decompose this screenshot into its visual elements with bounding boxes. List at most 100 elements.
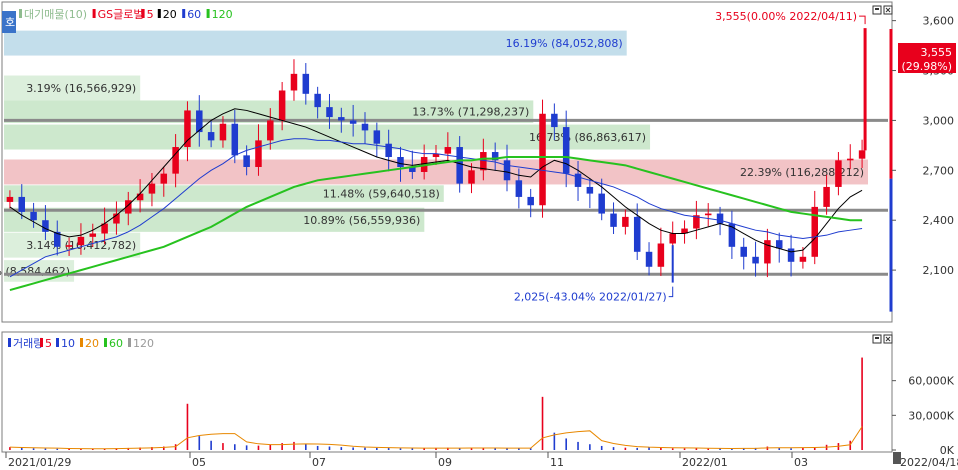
candle-body xyxy=(18,196,26,212)
volume-bar xyxy=(245,445,248,450)
volume-ma-line xyxy=(9,426,863,450)
candle-body xyxy=(89,233,97,237)
current-price-label: 3,555 xyxy=(921,46,953,59)
candle-body xyxy=(456,147,463,184)
candle-body xyxy=(787,248,795,262)
chart-canvas: 16.19% (84,052,808) 3.19% (16,566,929) 13.… xyxy=(0,1,958,469)
volume-bar xyxy=(352,447,354,450)
current-price-tag: 3,555 (29.98%) xyxy=(898,43,956,73)
volume-bar xyxy=(186,403,189,450)
price-pane-controls xyxy=(872,5,893,15)
low-annotation: 2,025(-43.04% 2022/01/27) xyxy=(514,291,667,304)
volume-bar xyxy=(305,444,307,450)
legend-label: 120 xyxy=(212,8,233,21)
legend-label: 60 xyxy=(109,337,123,350)
volume-bar xyxy=(624,447,627,450)
candle-body xyxy=(574,173,582,187)
volume-bar xyxy=(198,436,201,450)
candle-body xyxy=(349,120,357,124)
volume-bar xyxy=(600,445,603,450)
candle-body xyxy=(326,107,333,118)
candle-body xyxy=(136,193,144,201)
maximize-icon xyxy=(875,337,879,339)
volume-bar xyxy=(44,448,47,450)
volume-legend: 거래량 5 10 20 60 120 xyxy=(8,337,154,350)
candle-body xyxy=(30,211,37,221)
legend-swatch xyxy=(157,9,161,18)
legend-swatch xyxy=(182,9,186,18)
candle-body xyxy=(397,157,404,167)
date-tick-label: 03 xyxy=(794,456,808,467)
candle-body xyxy=(633,216,641,252)
candle-body xyxy=(835,160,842,187)
candle-body xyxy=(503,160,511,181)
date-tick-label: 2021/01/29 xyxy=(8,456,71,467)
volume-profile-label: 16.19% (84,052,808) xyxy=(506,37,623,50)
candle-body xyxy=(243,155,250,167)
volume-bar xyxy=(541,396,544,450)
volume-bar xyxy=(387,448,390,450)
volume-bar xyxy=(683,448,686,450)
legend-label: 5 xyxy=(45,337,52,350)
candle-body xyxy=(799,256,807,262)
high-annotation: 3,555(0.00% 2022/04/11) xyxy=(715,10,857,23)
candle-body xyxy=(740,246,747,257)
candle-body xyxy=(823,186,830,207)
date-tick-label: 11 xyxy=(550,456,564,467)
volume-axis: 60,000K30,000K0K xyxy=(892,375,955,457)
volume-bar xyxy=(316,445,319,450)
price-legend: 호 대기매물(10) GS글로벌 5 20 60 120 xyxy=(2,8,233,33)
volume-profile-label: 10.89% (56,559,936) xyxy=(303,214,420,227)
volume-profile-label: 11.48% (59,640,518) xyxy=(323,188,440,201)
volume-bar xyxy=(861,357,863,450)
legend-swatch xyxy=(92,9,96,18)
price-tick-label: 2,100 xyxy=(923,264,955,277)
volume-bar xyxy=(56,448,59,450)
candle-body xyxy=(231,123,239,156)
volume-bar xyxy=(210,440,212,450)
maximize-icon xyxy=(875,8,879,10)
candle-body xyxy=(716,213,724,224)
candle-body xyxy=(645,251,653,267)
date-tick-label: 2022/04/18 xyxy=(900,456,958,467)
volume-pane: 60,000K30,000K0K 거래량 5 10 20 60 120 xyxy=(1,331,955,457)
legend-swatch xyxy=(141,9,145,18)
candle-body xyxy=(361,123,369,131)
volume-bar xyxy=(257,445,260,450)
candle-body xyxy=(77,236,85,246)
legend-label: 60 xyxy=(187,8,201,21)
volume-bar xyxy=(293,441,295,450)
legend-swatch xyxy=(8,338,11,347)
candle-body xyxy=(586,186,594,194)
high-arrow xyxy=(859,15,866,25)
legend-swatch xyxy=(206,9,210,18)
legend-swatch xyxy=(56,338,59,347)
volume-bar xyxy=(340,447,343,450)
volume-tick-label: 60,000K xyxy=(908,375,954,388)
candle-body xyxy=(527,196,534,206)
candle-body xyxy=(42,220,49,232)
volume-bar xyxy=(636,447,639,450)
candle-body xyxy=(6,196,14,202)
scroll-handle[interactable] xyxy=(893,452,901,464)
candle-body xyxy=(65,245,73,247)
candle-body xyxy=(148,183,156,194)
candle-body xyxy=(338,117,345,121)
legend-swatch xyxy=(19,9,22,18)
volume-bar xyxy=(32,448,35,450)
date-tick-label: 09 xyxy=(438,456,452,467)
volume-bar xyxy=(399,448,402,450)
price-tick-label: 3,000 xyxy=(923,114,955,127)
candle-body xyxy=(610,213,617,227)
volume-bar xyxy=(328,446,331,450)
volume-profile-label: 22.39% (116,288,212) xyxy=(740,166,864,179)
candle-body xyxy=(858,150,866,159)
candle-body xyxy=(846,158,854,161)
volume-profile-label: 3.19% (16,566,929) xyxy=(26,82,136,95)
volume-pane-controls xyxy=(872,334,893,344)
legend-label: 5 xyxy=(147,8,154,21)
candle-body xyxy=(657,243,665,267)
volume-bars-layer xyxy=(9,357,863,450)
candle-body xyxy=(385,143,392,158)
legend-label: 거래량 xyxy=(13,337,43,350)
